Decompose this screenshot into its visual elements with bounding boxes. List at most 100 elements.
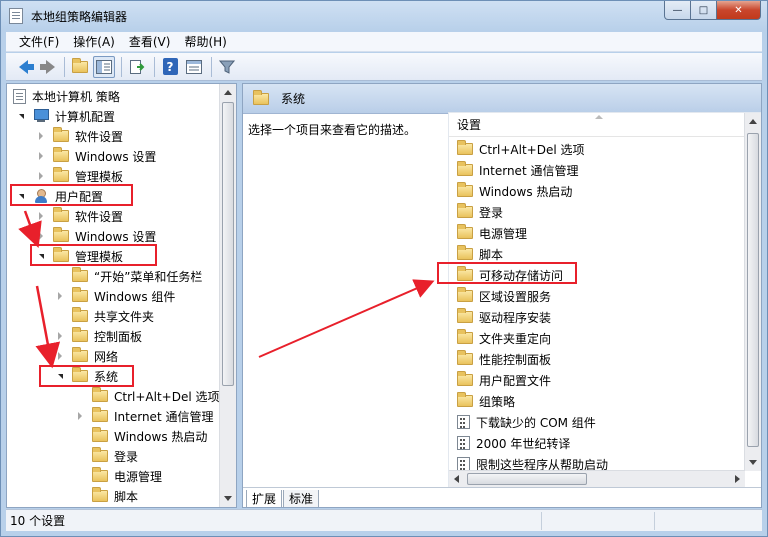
expander-closed[interactable]	[74, 410, 86, 422]
tree-item-sys-logon[interactable]: 登录	[74, 446, 138, 466]
export-list-button[interactable]	[126, 56, 148, 78]
list-item[interactable]: 文件夹重定向	[457, 328, 551, 348]
folder-icon	[72, 327, 88, 342]
list-item[interactable]: 2000 年世纪转译	[457, 433, 570, 453]
folder-icon	[457, 350, 473, 365]
tab-standard[interactable]: 标准	[283, 490, 320, 507]
list-item[interactable]: 性能控制面板	[457, 349, 551, 369]
list-item[interactable]: 驱动程序安装	[457, 307, 551, 327]
scroll-thumb[interactable]	[467, 473, 587, 485]
list-item-label: 下载缺少的 COM 组件	[476, 415, 596, 430]
forward-button[interactable]	[36, 56, 58, 78]
list-item-label: 2000 年世纪转译	[476, 436, 571, 451]
tree-item-user-software[interactable]: 软件设置	[35, 206, 123, 226]
expander-closed[interactable]	[35, 150, 47, 162]
tree-item-start-menu[interactable]: “开始”菜单和任务栏	[54, 266, 202, 286]
tree-item-control-panel[interactable]: 控制面板	[54, 326, 142, 346]
list-item[interactable]: Windows 热启动	[457, 181, 572, 201]
tree-item-shared-folders[interactable]: 共享文件夹	[54, 306, 154, 326]
scroll-right-icon[interactable]	[735, 475, 740, 483]
list-item[interactable]: 登录	[457, 202, 503, 222]
tree-label: 电源管理	[114, 469, 163, 484]
folder-icon	[457, 182, 473, 197]
setting-icon	[457, 436, 470, 450]
tree-item-sys-hotstart[interactable]: Windows 热启动	[74, 426, 207, 446]
up-level-button[interactable]	[69, 56, 91, 78]
expander-closed[interactable]	[35, 130, 47, 142]
tree-label: Windows 设置	[75, 229, 157, 244]
expander-closed[interactable]	[54, 350, 66, 362]
toolbar: ?	[6, 53, 762, 81]
list-item[interactable]: 电源管理	[457, 223, 527, 243]
maximize-button[interactable]: □	[691, 1, 717, 20]
folder-icon	[457, 224, 473, 239]
tab-extended[interactable]: 扩展	[246, 490, 283, 507]
list-item-label: 用户配置文件	[479, 373, 552, 388]
toolbar-separator	[154, 56, 155, 77]
tree-scrollbar[interactable]	[219, 84, 236, 507]
minimize-button[interactable]: —	[664, 1, 691, 20]
filter-icon	[219, 60, 235, 74]
properties-icon	[186, 59, 202, 74]
expander-closed[interactable]	[35, 210, 47, 222]
tree-item-windows-components[interactable]: Windows 组件	[54, 286, 175, 306]
tree-item-sys-power[interactable]: 电源管理	[74, 466, 162, 486]
back-button[interactable]	[12, 56, 34, 78]
scroll-left-icon[interactable]	[454, 475, 459, 483]
tree-item-computer-admin[interactable]: 管理模板	[35, 166, 123, 186]
scroll-up-icon[interactable]	[224, 90, 232, 95]
expander-none	[74, 390, 86, 402]
expander-closed[interactable]	[35, 170, 47, 182]
menu-view[interactable]: 查看(V)	[122, 33, 178, 50]
properties-button[interactable]	[183, 56, 205, 78]
expander-open[interactable]	[15, 110, 27, 122]
expander-closed[interactable]	[54, 290, 66, 302]
app-icon	[9, 8, 23, 24]
list-item[interactable]: 用户配置文件	[457, 370, 551, 390]
expander-closed[interactable]	[54, 330, 66, 342]
list-item[interactable]: 脚本	[457, 244, 503, 264]
tree-item-network[interactable]: 网络	[54, 346, 118, 366]
setting-icon	[457, 415, 470, 429]
tree-item-computer-windows[interactable]: Windows 设置	[35, 146, 156, 166]
list-horizontal-scrollbar[interactable]	[449, 470, 745, 487]
scroll-down-icon[interactable]	[224, 496, 232, 501]
tree-label: 脚本	[114, 489, 139, 504]
scroll-thumb[interactable]	[747, 133, 759, 447]
scroll-thumb[interactable]	[222, 102, 234, 386]
tree-label: 网络	[94, 349, 119, 364]
folder-icon	[457, 392, 473, 407]
tree-item-computer-software[interactable]: 软件设置	[35, 126, 123, 146]
menu-file[interactable]: 文件(F)	[12, 33, 66, 50]
close-button[interactable]: ✕	[717, 1, 761, 20]
toolbar-separator	[211, 56, 212, 77]
list-item[interactable]: Internet 通信管理	[457, 160, 578, 180]
list-item[interactable]: 组策略	[457, 391, 515, 411]
list-item[interactable]: Ctrl+Alt+Del 选项	[457, 139, 584, 159]
tree-pane: 本地计算机 策略 计算机配置 软件设置 Windows 设置 管理模板 用户配置	[6, 83, 237, 508]
menu-help[interactable]: 帮助(H)	[177, 33, 233, 50]
scroll-down-icon[interactable]	[749, 460, 757, 465]
tree-item-user-windows[interactable]: Windows 设置	[35, 226, 156, 246]
menu-action[interactable]: 操作(A)	[66, 33, 122, 50]
column-header-settings[interactable]: 设置	[449, 113, 745, 137]
expander-none	[54, 270, 66, 282]
filter-button[interactable]	[216, 56, 238, 78]
scroll-up-icon[interactable]	[749, 119, 757, 124]
list-item-label: 驱动程序安装	[479, 310, 552, 325]
app-window: 本地组策略编辑器 — □ ✕ 文件(F) 操作(A) 查看(V) 帮助(H) ?	[0, 0, 768, 537]
list-item[interactable]: 区域设置服务	[457, 286, 551, 306]
list-item[interactable]: 下载缺少的 COM 组件	[457, 412, 596, 432]
tree-item-root[interactable]: 本地计算机 策略	[13, 86, 120, 106]
tree-item-computer-config[interactable]: 计算机配置	[15, 106, 115, 126]
settings-list: 设置 Ctrl+Alt+Del 选项 Internet 通信管理 Windows…	[448, 112, 761, 487]
list-vertical-scrollbar[interactable]	[744, 113, 761, 471]
folder-icon	[72, 267, 88, 282]
tree-item-sys-ctrl-alt-del[interactable]: Ctrl+Alt+Del 选项	[74, 386, 219, 406]
expander-closed[interactable]	[35, 230, 47, 242]
help-button[interactable]: ?	[159, 56, 181, 78]
tree-item-sys-scripts[interactable]: 脚本	[74, 486, 138, 506]
toolbar-separator	[121, 56, 122, 77]
show-hide-tree-button[interactable]	[93, 55, 115, 78]
tree-item-sys-internet[interactable]: Internet 通信管理	[74, 406, 213, 426]
